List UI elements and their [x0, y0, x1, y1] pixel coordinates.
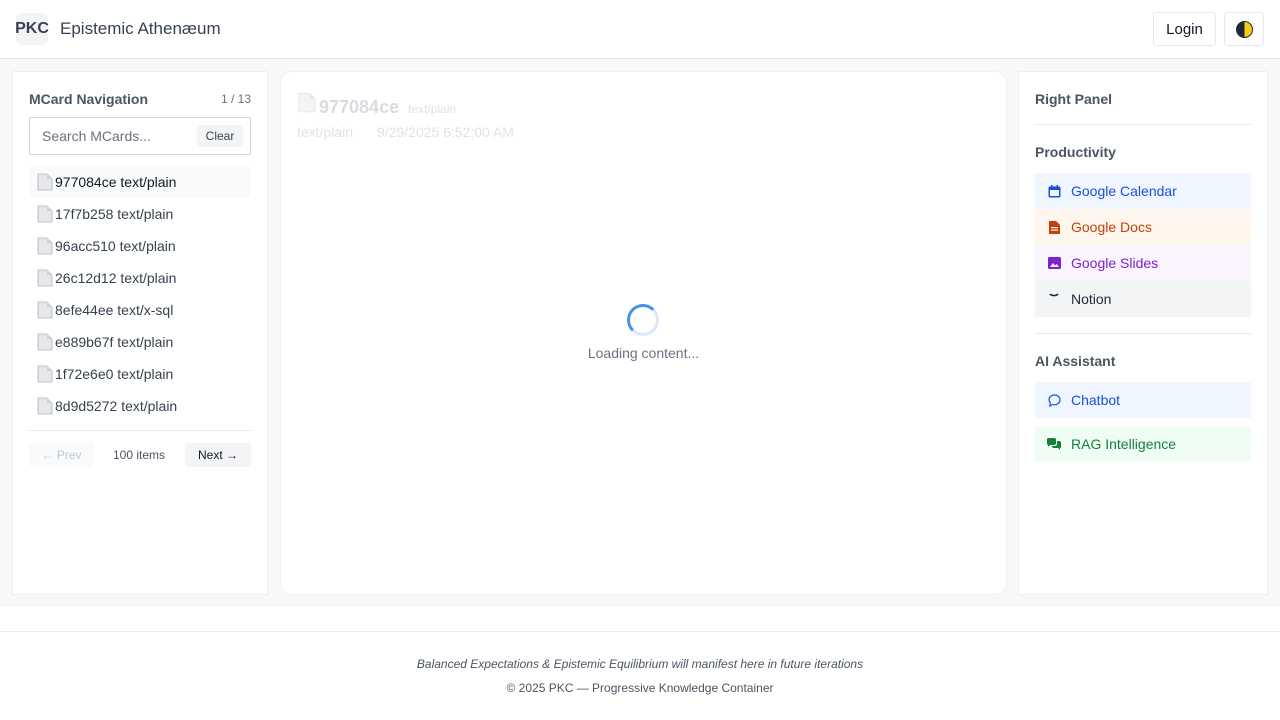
mcard-navigation-panel: MCard Navigation 1 / 13 Clear 977084ce t… — [12, 71, 268, 595]
right-panel: Right Panel Productivity Google Calendar… — [1018, 71, 1268, 595]
login-button[interactable]: Login — [1153, 12, 1216, 46]
list-item[interactable]: 1f72e6e0 text/plain — [29, 358, 251, 390]
page-indicator: 1 / 13 — [220, 92, 251, 106]
link-label: Google Slides — [1071, 255, 1159, 271]
google-docs-link[interactable]: Google Docs — [1035, 209, 1251, 245]
file-icon — [37, 301, 53, 319]
notion-icon — [1047, 292, 1061, 306]
loading-text: Loading content... — [587, 345, 700, 361]
mcard-hash: 8d9d5272 — [55, 398, 118, 414]
list-item[interactable]: e889b67f text/plain — [29, 326, 251, 358]
mcard-type: text/plain — [119, 238, 176, 254]
google-calendar-link[interactable]: Google Calendar — [1035, 173, 1251, 209]
divider — [0, 631, 1280, 632]
footer-tagline: Balanced Expectations & Epistemic Equili… — [416, 657, 864, 671]
content-type-badge: text/plain — [408, 102, 457, 116]
ai-assistant-title: AI Assistant — [1035, 353, 1116, 369]
mcard-type: text/plain — [120, 174, 177, 190]
comments-icon — [1047, 437, 1061, 451]
mcard-hash: e889b67f — [55, 334, 114, 350]
clear-button[interactable]: Clear — [197, 125, 243, 147]
list-item[interactable]: 8d9d5272 text/plain — [29, 390, 251, 422]
mcard-hash: 1f72e6e0 — [55, 366, 114, 382]
content-hash: 977084ce — [319, 97, 400, 117]
document-icon — [1047, 220, 1061, 234]
prev-button[interactable]: ← Prev — [29, 443, 94, 467]
search-input[interactable] — [30, 118, 190, 154]
mcard-list: 977084ce text/plain 17f7b258 text/plain … — [29, 166, 251, 422]
divider — [1035, 333, 1251, 334]
app-title: Epistemic Athenæum — [60, 19, 221, 38]
link-label: Notion — [1071, 291, 1112, 307]
file-icon — [37, 333, 53, 351]
mcard-type: text/x-sql — [117, 302, 174, 318]
loading-spinner-icon — [627, 304, 659, 336]
file-icon — [37, 397, 53, 415]
link-label: Chatbot — [1071, 392, 1121, 408]
file-icon — [37, 365, 53, 383]
app-logo[interactable]: PKC — [15, 13, 49, 45]
mcard-type: text/plain — [117, 334, 174, 350]
file-icon — [37, 237, 53, 255]
file-icon — [37, 173, 53, 191]
content-timestamp: 9/29/2025 6:52:00 AM — [376, 124, 514, 140]
file-icon — [37, 269, 53, 287]
chatbot-link[interactable]: Chatbot — [1035, 382, 1251, 418]
link-label: RAG Intelligence — [1071, 436, 1177, 452]
mcard-hash: 8efe44ee — [55, 302, 114, 318]
footer-copyright: © 2025 PKC — Progressive Knowledge Conta… — [506, 681, 774, 695]
google-slides-link[interactable]: Google Slides — [1035, 245, 1251, 281]
mcard-type: text/plain — [121, 398, 178, 414]
link-label: Google Docs — [1071, 219, 1152, 235]
next-button[interactable]: Next → — [185, 443, 251, 467]
list-item[interactable]: 977084ce text/plain — [29, 166, 251, 198]
divider — [1035, 124, 1251, 125]
image-icon — [1047, 256, 1061, 270]
content-panel: 977084ce text/plain text/plain 9/29/2025… — [280, 71, 1007, 595]
calendar-icon — [1047, 184, 1061, 198]
app-footer: Balanced Expectations & Epistemic Equili… — [0, 607, 1280, 720]
app-header: PKC Epistemic Athenæum Login — [0, 0, 1280, 59]
nav-title: MCard Navigation — [29, 91, 149, 107]
mcard-type: text/plain — [117, 366, 174, 382]
mcard-hash: 977084ce — [55, 174, 117, 190]
content-type: text/plain — [297, 124, 354, 140]
file-icon — [37, 205, 53, 223]
half-moon-icon — [1235, 20, 1253, 38]
chat-bubble-icon — [1047, 393, 1061, 407]
content-header: 977084ce text/plain — [297, 92, 456, 118]
productivity-title: Productivity — [1035, 144, 1116, 160]
mcard-hash: 96acc510 — [55, 238, 116, 254]
notion-link[interactable]: Notion — [1035, 281, 1251, 317]
file-icon — [298, 92, 316, 113]
rag-intelligence-link[interactable]: RAG Intelligence — [1035, 426, 1251, 462]
list-item[interactable]: 17f7b258 text/plain — [29, 198, 251, 230]
content-meta: text/plain 9/29/2025 6:52:00 AM — [297, 124, 514, 140]
list-item[interactable]: 96acc510 text/plain — [29, 230, 251, 262]
items-count: 100 items — [113, 448, 166, 462]
search-box: Clear — [29, 117, 251, 155]
list-item[interactable]: 26c12d12 text/plain — [29, 262, 251, 294]
mcard-hash: 26c12d12 — [55, 270, 117, 286]
mcard-type: text/plain — [117, 206, 174, 222]
theme-toggle-button[interactable] — [1224, 12, 1264, 46]
right-panel-title: Right Panel — [1035, 91, 1113, 107]
mcard-type: text/plain — [120, 270, 177, 286]
mcard-hash: 17f7b258 — [55, 206, 114, 222]
link-label: Google Calendar — [1071, 183, 1177, 199]
list-item[interactable]: 8efe44ee text/x-sql — [29, 294, 251, 326]
divider — [29, 430, 251, 431]
